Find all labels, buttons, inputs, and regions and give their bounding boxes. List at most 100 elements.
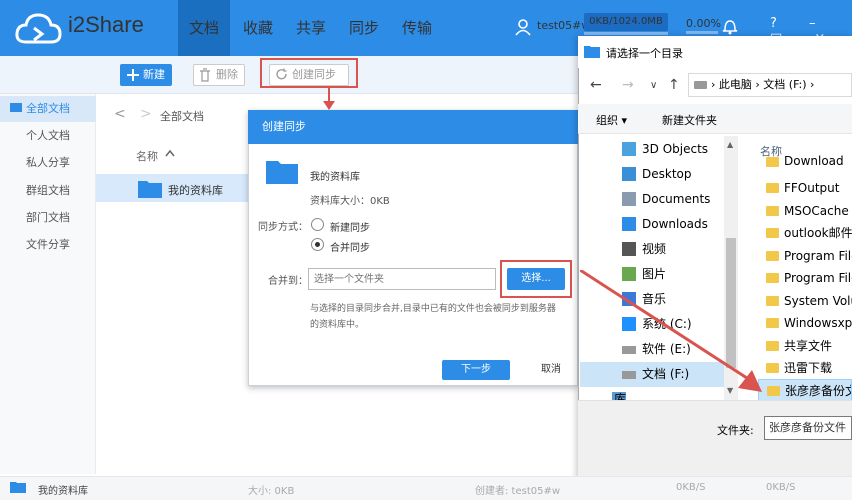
list-item-label: Windowsxp bbox=[784, 316, 852, 330]
drive-icon bbox=[694, 81, 707, 89]
next-button[interactable]: 下一步 bbox=[442, 360, 510, 380]
list-item[interactable]: 迅雷下载 bbox=[758, 357, 852, 380]
nav-tab-transfer[interactable]: 传输 bbox=[391, 0, 443, 56]
create-sync-dialog bbox=[248, 110, 578, 386]
folder-icon bbox=[766, 206, 779, 216]
arrow-right-icon[interactable]: → bbox=[622, 77, 634, 93]
list-item-selected[interactable]: 张彦彦备份文件 bbox=[758, 379, 852, 402]
delete-button[interactable]: 删除 bbox=[193, 64, 245, 86]
radio-merge-sync-label[interactable]: 合并同步 bbox=[330, 239, 370, 254]
folder-icon bbox=[766, 251, 779, 261]
app-name: i2Share bbox=[68, 12, 144, 37]
sidebar-item-group[interactable]: 群组文档 bbox=[0, 178, 96, 204]
list-item[interactable]: Program Files bbox=[758, 245, 852, 268]
videos-folder-icon bbox=[622, 242, 636, 256]
folder-icon bbox=[766, 228, 779, 238]
usage-percent-bar bbox=[686, 31, 718, 34]
bell-icon[interactable] bbox=[722, 17, 738, 35]
new-button[interactable]: 新建 bbox=[120, 64, 172, 86]
tree-item-documents[interactable]: Documents bbox=[580, 187, 724, 212]
breadcrumb[interactable]: 全部文档 bbox=[160, 108, 204, 124]
downloads-folder-icon bbox=[622, 217, 636, 231]
tree-item-label: 3D Objects bbox=[642, 142, 709, 156]
library-name: 我的资料库 bbox=[310, 172, 360, 183]
tree-item-downloads[interactable]: Downloads bbox=[580, 212, 724, 237]
list-item[interactable]: System Volume bbox=[758, 290, 852, 313]
nav-tab-sync[interactable]: 同步 bbox=[338, 0, 390, 56]
tree-item-label: Downloads bbox=[642, 217, 708, 231]
folder-icon bbox=[10, 103, 22, 112]
list-item-label: MSOCache bbox=[784, 204, 849, 218]
folder-path-input[interactable] bbox=[308, 268, 496, 290]
status-item-name: 我的资料库 bbox=[38, 486, 88, 497]
folder-label: 文件夹: bbox=[717, 424, 754, 437]
folder-name-field[interactable]: 张彦彦备份文件 bbox=[764, 416, 852, 440]
row-name: 我的资料库 bbox=[168, 184, 223, 197]
arrow-up-icon[interactable]: ↑ bbox=[668, 77, 680, 93]
list-item[interactable]: FFOutput bbox=[758, 177, 852, 200]
status-creator: 创建者: test05#w bbox=[475, 486, 561, 497]
chevron-down-icon[interactable]: ∨ bbox=[650, 80, 657, 91]
nav-tab-favorites[interactable]: 收藏 bbox=[232, 0, 284, 56]
list-item-label: 共享文件 bbox=[784, 339, 833, 353]
sync-mode-label: 同步方式： bbox=[258, 222, 308, 233]
tree-item-3d-objects[interactable]: 3D Objects bbox=[580, 137, 724, 162]
list-item[interactable]: Windowsxp bbox=[758, 312, 852, 335]
upload-speed: 0KB/S bbox=[676, 482, 706, 493]
download-speed: 0KB/S bbox=[766, 482, 796, 493]
tree-item-videos[interactable]: 视频 bbox=[580, 237, 724, 262]
column-header-name[interactable]: 名称 bbox=[136, 148, 158, 164]
list-item[interactable]: outlook邮件 bbox=[758, 222, 852, 245]
list-item[interactable]: Download bbox=[758, 155, 852, 169]
sidebar-item-personal[interactable]: 个人文档 bbox=[0, 123, 96, 149]
storage-quota-bar bbox=[584, 32, 668, 35]
nav-tab-shared[interactable]: 共享 bbox=[285, 0, 337, 56]
sidebar-item-label: 全部文档 bbox=[26, 102, 70, 115]
folder-picker-icon bbox=[584, 46, 600, 58]
user-icon[interactable] bbox=[514, 18, 532, 36]
organize-menu[interactable]: 组织 ▾ bbox=[596, 112, 627, 128]
tree-item-label: Desktop bbox=[642, 167, 692, 181]
new-folder-button[interactable]: 新建文件夹 bbox=[662, 112, 717, 128]
list-item-label: System Volume bbox=[784, 294, 852, 308]
list-item[interactable]: 共享文件 bbox=[758, 335, 852, 358]
usage-percent: 0.00% bbox=[686, 17, 721, 30]
radio-new-sync[interactable] bbox=[311, 218, 324, 231]
back-button[interactable]: < bbox=[114, 106, 126, 122]
list-item[interactable]: Program Files bbox=[758, 267, 852, 290]
tree-item-desktop[interactable]: Desktop bbox=[580, 162, 724, 187]
desktop-folder-icon bbox=[622, 167, 636, 181]
arrow-left-icon[interactable]: ← bbox=[590, 77, 602, 93]
storage-quota: 0KB/1024.0MB bbox=[584, 13, 668, 31]
list-item-label: 张彦彦备份文件 bbox=[785, 384, 851, 398]
folder-icon bbox=[138, 181, 162, 198]
sidebar-item-department[interactable]: 部门文档 bbox=[0, 205, 96, 231]
list-item[interactable]: MSOCache bbox=[758, 200, 852, 223]
scroll-up-icon[interactable]: ▲ bbox=[727, 140, 733, 149]
merge-note-line2: 的资料库中。 bbox=[310, 320, 365, 330]
annotation-arrow bbox=[323, 86, 335, 110]
nav-tab-documents[interactable]: 文档 bbox=[178, 0, 230, 56]
folder-icon bbox=[10, 482, 26, 493]
sidebar-item-all-documents[interactable]: 全部文档 bbox=[0, 96, 96, 122]
radio-new-sync-label[interactable]: 新建同步 bbox=[330, 219, 370, 234]
plus-icon bbox=[127, 69, 139, 81]
choose-button-highlight bbox=[500, 260, 572, 298]
list-item-label: Download bbox=[784, 155, 844, 168]
radio-merge-sync[interactable] bbox=[311, 238, 324, 251]
cancel-button[interactable]: 取消 bbox=[524, 360, 578, 380]
trash-icon bbox=[200, 68, 210, 82]
dialog-title: 创建同步 bbox=[248, 110, 578, 144]
new-button-label: 新建 bbox=[143, 68, 165, 81]
tree-item-label: 视频 bbox=[642, 242, 667, 256]
sidebar-item-file-share[interactable]: 文件分享 bbox=[0, 232, 96, 258]
library-size: 资料库大小：0KB bbox=[310, 196, 390, 207]
sidebar-item-private-share[interactable]: 私人分享 bbox=[0, 150, 96, 176]
list-item-label: Program Files bbox=[784, 249, 852, 263]
folder-icon bbox=[766, 157, 779, 167]
status-bar bbox=[0, 476, 852, 500]
forward-button[interactable]: > bbox=[140, 106, 152, 122]
user-name[interactable]: test05#w bbox=[537, 19, 590, 32]
address-bar[interactable]: › 此电脑 › 文档 (F:) › bbox=[688, 73, 852, 97]
merge-note: 与选择的目录同步合并,目录中已有的文件也会被同步到服务器 bbox=[310, 304, 556, 314]
